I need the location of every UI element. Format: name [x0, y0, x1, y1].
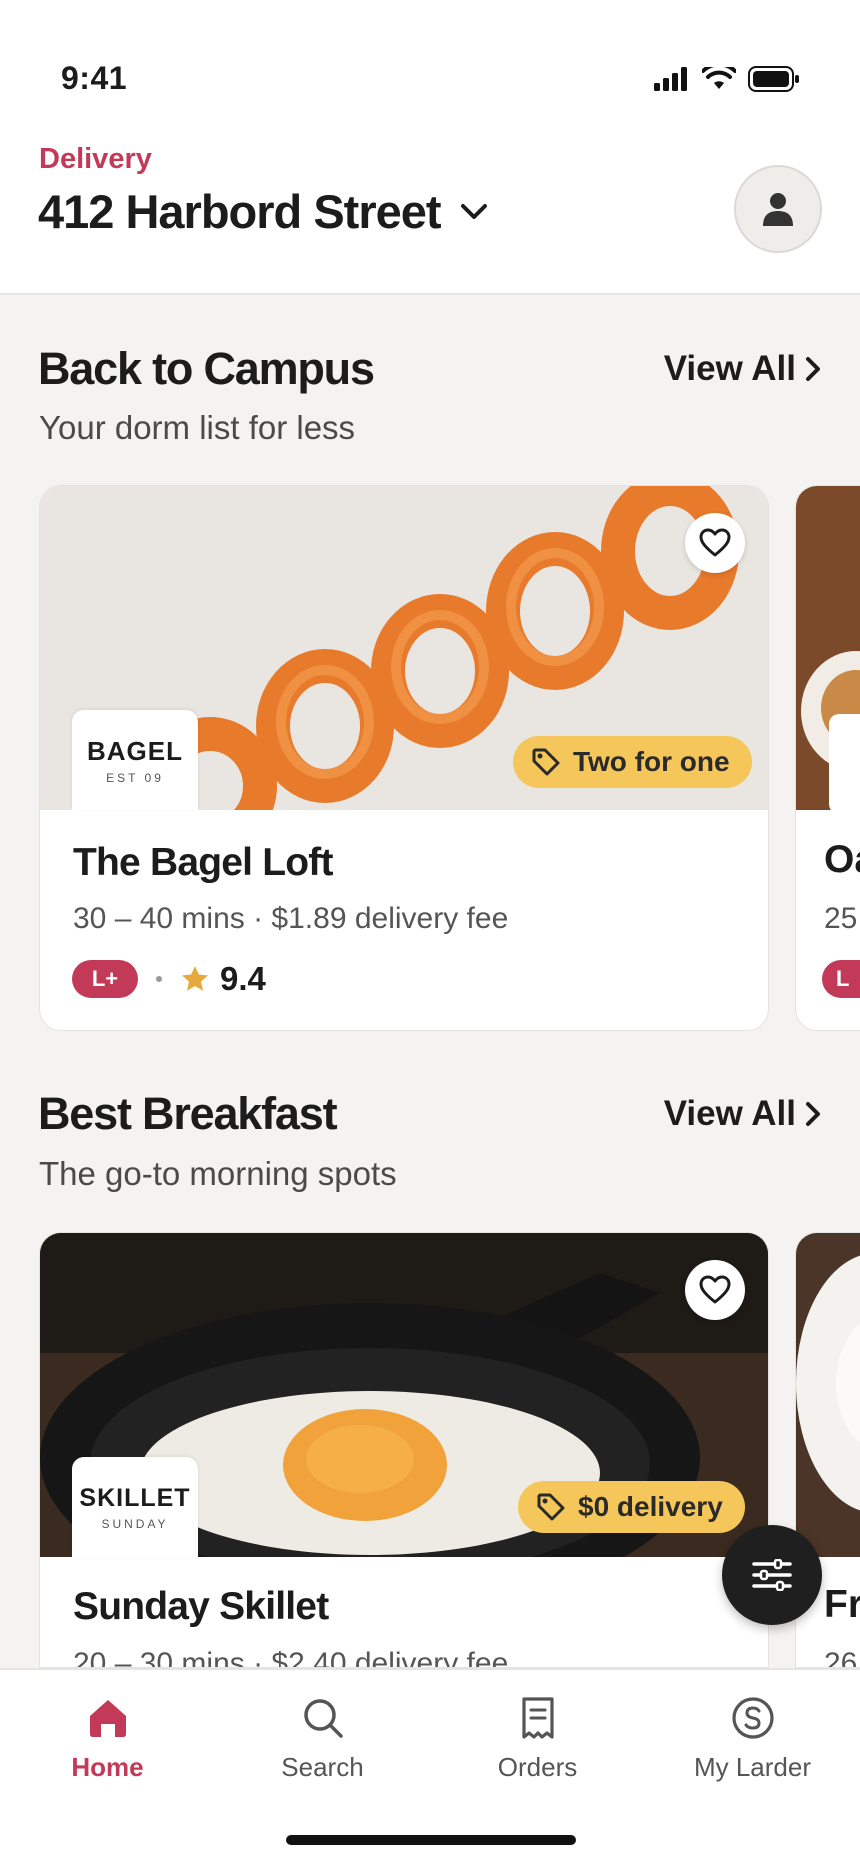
separator-dot: [156, 976, 162, 982]
peek-name: Oa: [824, 838, 860, 881]
signal-icon: [654, 67, 687, 91]
app-header: Delivery 412 Harbord Street: [0, 130, 860, 295]
peek-membership-badge: L: [822, 960, 860, 998]
receipt-icon: [521, 1697, 554, 1739]
user-icon: [763, 193, 793, 226]
section-subtitle: Your dorm list for less: [39, 409, 356, 446]
status-bar: 9:41: [0, 0, 860, 140]
tab-label: Search: [281, 1752, 364, 1782]
home-indicator: [286, 1835, 576, 1845]
dollar-circle-icon: [731, 1697, 774, 1739]
logo-subtext: EST 09: [106, 770, 164, 785]
tab-home[interactable]: Home: [0, 1696, 215, 1783]
profile-avatar-button[interactable]: [734, 165, 822, 253]
logo-text: BAGEL: [87, 735, 183, 766]
battery-icon: [748, 66, 799, 92]
tag-icon: [537, 1493, 565, 1521]
restaurant-name: Sunday Skillet: [73, 1585, 329, 1628]
heart-icon: [699, 528, 731, 557]
membership-badge: L+: [72, 960, 138, 998]
restaurant-logo: SKILLET SUNDAY: [72, 1457, 198, 1557]
section-title-best-breakfast: Best Breakfast: [38, 1088, 338, 1139]
favorite-heart-button[interactable]: [685, 1260, 745, 1320]
delivery-mode-label: Delivery: [39, 143, 152, 175]
section-title-back-to-campus: Back to Campus: [38, 343, 375, 394]
restaurant-card-bagel-loft[interactable]: BAGEL EST 09 Two for one The Bagel Loft …: [39, 485, 769, 1031]
restaurant-meta: 30 – 40 mins · $1.89 delivery fee: [73, 902, 509, 935]
heart-icon: [699, 1275, 731, 1304]
logo-text: SKILLET: [79, 1483, 191, 1512]
tab-label: Home: [71, 1752, 144, 1782]
view-all-button[interactable]: View All: [664, 349, 822, 389]
address-text: 412 Harbord Street: [38, 185, 442, 238]
view-all-label: View All: [663, 349, 796, 388]
restaurant-badges: L+ 9.4: [72, 960, 266, 998]
promo-text: Two for one: [573, 746, 730, 777]
star-icon: [182, 966, 208, 991]
tab-my-larder[interactable]: My Larder: [645, 1696, 860, 1783]
peek-name: Fr: [824, 1583, 860, 1626]
filter-fab-button[interactable]: [722, 1525, 822, 1625]
restaurant-photo: [796, 1233, 860, 1557]
promo-badge: Two for one: [513, 736, 752, 788]
peek-meta: 25: [824, 902, 858, 935]
section-subtitle: The go-to morning spots: [39, 1155, 397, 1192]
promo-badge: $0 delivery: [518, 1481, 745, 1533]
tab-label: Orders: [497, 1752, 578, 1782]
status-time: 9:41: [61, 60, 128, 96]
tab-label: My Larder: [693, 1752, 812, 1782]
restaurant-logo: BAGEL EST 09: [72, 710, 198, 810]
restaurant-meta: 20 – 30 mins · $2.40 delivery fee: [73, 1647, 509, 1668]
favorite-heart-button[interactable]: [685, 513, 745, 573]
status-icons: [654, 66, 800, 92]
chevron-down-icon: [460, 203, 487, 219]
address-selector[interactable]: 412 Harbord Street: [38, 184, 489, 239]
restaurant-photo: [796, 486, 860, 814]
chevron-right-icon: [806, 1102, 820, 1126]
rating: 9.4: [180, 960, 266, 998]
home-icon: [89, 1700, 126, 1737]
tag-icon: [532, 748, 560, 776]
wifi-icon: [702, 67, 736, 89]
filter-sliders-icon: [752, 1559, 792, 1591]
tab-search[interactable]: Search: [215, 1696, 430, 1783]
chevron-right-icon: [806, 357, 820, 381]
promo-text: $0 delivery: [578, 1491, 723, 1522]
peek-meta: 26: [824, 1647, 858, 1668]
logo-subtext: SUNDAY: [101, 1516, 169, 1531]
view-all-label: View All: [663, 1094, 796, 1133]
view-all-button[interactable]: View All: [664, 1094, 822, 1134]
rating-value: 9.4: [220, 960, 266, 997]
restaurant-card-sunday-skillet[interactable]: SKILLET SUNDAY $0 delivery Sunday Skille…: [39, 1232, 769, 1668]
tab-orders[interactable]: Orders: [430, 1696, 645, 1783]
restaurant-name: The Bagel Loft: [73, 841, 333, 884]
search-icon: [303, 1699, 343, 1738]
restaurant-card-peek[interactable]: Oa 25 L: [795, 485, 860, 1031]
